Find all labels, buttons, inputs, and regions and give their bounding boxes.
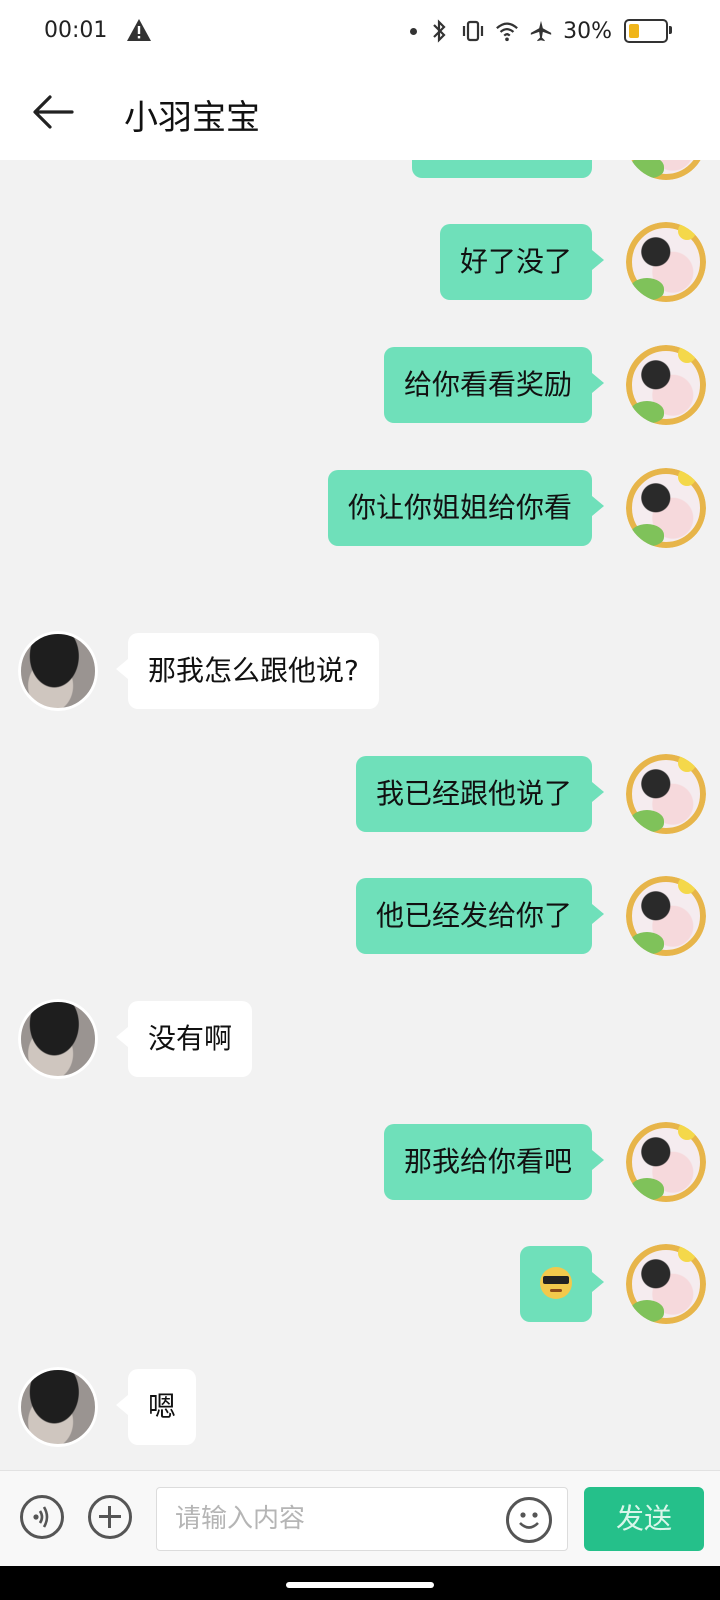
status-icons: 30% [410, 16, 672, 46]
message-row: 我已经跟他说了 [0, 754, 720, 834]
my-avatar[interactable] [626, 754, 706, 834]
message-text: 那我怎么跟他说? [148, 654, 359, 687]
battery-icon [624, 19, 672, 43]
message-text: 好了没了 [459, 245, 572, 278]
message-bubble[interactable]: 那我给你看吧 [383, 1124, 605, 1200]
message-bubble[interactable]: 你让你姐姐给你看 [327, 470, 605, 546]
status-time: 00:01 [44, 18, 108, 43]
message-row: 他已经发给你了 [0, 876, 720, 956]
message-text: 你让你姐姐给你看 [347, 491, 572, 524]
message-row: 给你看看奖励 [0, 345, 720, 425]
message-bubble[interactable]: 没有啊 [115, 1001, 253, 1077]
my-avatar[interactable] [626, 1122, 706, 1202]
message-bubble[interactable]: 我已经跟他说了 [355, 756, 605, 832]
emoji-icon[interactable] [506, 1497, 552, 1543]
message-bubble[interactable]: 下一个问题 [411, 160, 592, 178]
message-text: 我已经跟他说了 [375, 777, 572, 810]
airplane-icon [530, 20, 552, 42]
bluetooth-icon [433, 19, 446, 43]
message-bubble[interactable]: 那我怎么跟他说? [116, 633, 379, 709]
message-text: 给你看看奖励 [403, 368, 572, 401]
my-avatar[interactable] [626, 345, 706, 425]
contact-avatar[interactable] [18, 631, 98, 711]
plus-icon[interactable] [88, 1495, 132, 1539]
message-row [0, 1244, 720, 1324]
message-bubble[interactable]: 嗯 [115, 1369, 197, 1445]
contact-avatar[interactable] [18, 999, 98, 1079]
home-indicator[interactable] [286, 1582, 434, 1588]
battery-percent: 30% [563, 18, 612, 44]
message-text: 他已经发给你了 [375, 899, 572, 932]
message-row: 好了没了 [0, 222, 720, 302]
message-bubble[interactable]: 给你看看奖励 [383, 347, 605, 423]
notification-dot [410, 27, 418, 35]
message-row: 没有啊 [0, 999, 720, 1079]
my-avatar[interactable] [626, 160, 706, 180]
my-avatar[interactable] [626, 1244, 706, 1324]
message-row: 你让你姐姐给你看 [0, 468, 720, 548]
voice-icon[interactable] [20, 1495, 64, 1539]
back-arrow-icon[interactable] [30, 90, 76, 134]
my-avatar[interactable] [626, 222, 706, 302]
chat-title: 小羽宝宝 [124, 98, 260, 138]
my-avatar[interactable] [626, 876, 706, 956]
message-row: 下一个问题 [0, 160, 720, 180]
vibrate-icon [462, 20, 484, 42]
wifi-icon [496, 22, 518, 42]
system-nav-bar [0, 1566, 720, 1600]
battery-level [629, 24, 639, 38]
warning-icon [127, 19, 151, 41]
message-bubble[interactable] [520, 1246, 604, 1322]
message-bubble[interactable]: 好了没了 [439, 224, 605, 300]
chat-header: 小羽宝宝 [0, 64, 720, 160]
message-text: 那我给你看吧 [403, 1145, 572, 1178]
send-button[interactable]: 发送 [584, 1487, 704, 1551]
input-bar: 发送 [0, 1470, 720, 1567]
sunglasses-face-icon [540, 1267, 572, 1299]
message-row: 那我给你看吧 [0, 1122, 720, 1202]
status-bar: 00:01 30% [0, 0, 720, 64]
message-bubble[interactable]: 他已经发给你了 [355, 878, 605, 954]
message-text: 嗯 [148, 1390, 177, 1423]
contact-avatar[interactable] [18, 1367, 98, 1447]
message-list[interactable]: 下一个问题好了没了给你看看奖励你让你姐姐给你看那我怎么跟他说? 我已经跟他说了他已… [0, 160, 720, 1470]
message-row: 嗯 [0, 1367, 720, 1447]
message-text: 没有啊 [148, 1022, 233, 1055]
my-avatar[interactable] [626, 468, 706, 548]
message-row: 那我怎么跟他说? [0, 631, 720, 711]
